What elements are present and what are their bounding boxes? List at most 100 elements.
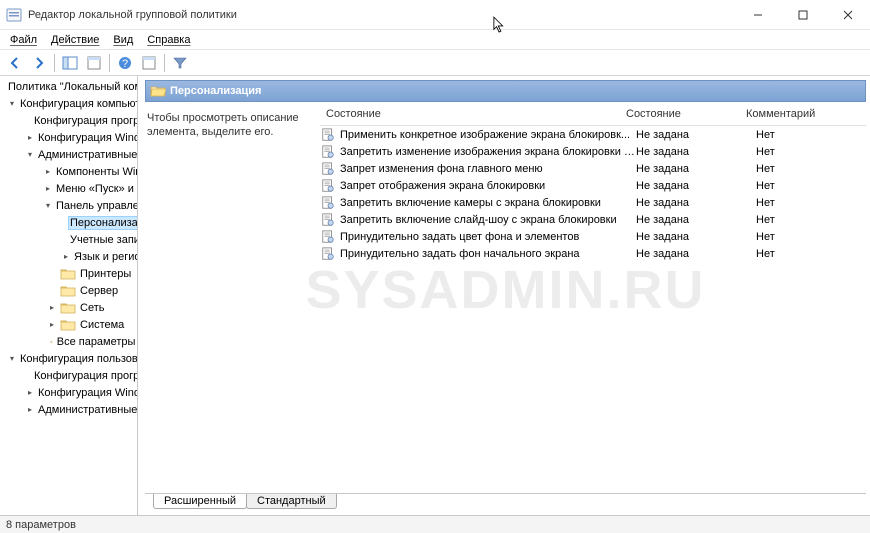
toolbar-forward[interactable]	[28, 52, 50, 74]
tree-cc-network[interactable]: Сеть	[0, 299, 137, 316]
toolbar-panes[interactable]	[59, 52, 81, 74]
tree-label: Конфигурация компьютера	[18, 98, 138, 110]
policy-row[interactable]: Запретить изменение изображения экрана б…	[320, 143, 866, 160]
tree-label: Панель управления	[54, 200, 138, 212]
tree-label: Все параметры	[55, 336, 138, 348]
menu-help[interactable]: Справка	[141, 33, 196, 47]
expander-icon[interactable]	[64, 251, 68, 263]
expander-icon[interactable]	[28, 387, 32, 399]
tree-label: Персонализация	[68, 216, 138, 230]
menu-file[interactable]: Файл	[4, 33, 43, 47]
tree-label: Язык и региональные стандарть	[72, 251, 138, 263]
tree-cc-system[interactable]: Система	[0, 316, 137, 333]
policy-state: Не задана	[636, 231, 756, 243]
status-text: 8 параметров	[6, 519, 76, 531]
policy-icon	[320, 179, 336, 193]
tree-cc-printers[interactable]: Принтеры	[0, 265, 137, 282]
policy-name: Запрет изменения фона главного меню	[340, 163, 636, 175]
app-icon	[6, 7, 22, 23]
expander-icon[interactable]	[28, 149, 32, 161]
policy-comment: Нет	[756, 231, 866, 243]
tree-cc-cp[interactable]: Панель управления	[0, 197, 137, 214]
tree-label: Административные шаблоны	[36, 149, 138, 161]
tree-label: Административные шаблоны	[36, 404, 138, 416]
policy-icon	[320, 145, 336, 159]
policy-row[interactable]: Запретить включение слайд-шоу с экрана б…	[320, 211, 866, 228]
folder-open-icon	[150, 84, 166, 98]
maximize-button[interactable]	[780, 0, 825, 30]
policy-list[interactable]: Состояние Состояние Комментарий Применит…	[319, 106, 866, 489]
expander-icon[interactable]	[46, 183, 50, 195]
toolbar-back[interactable]	[4, 52, 26, 74]
policy-icon	[320, 162, 336, 176]
tree-pane[interactable]: Политика "Локальный компьютер" Конфигура…	[0, 76, 138, 515]
expander-icon[interactable]	[46, 319, 58, 331]
policy-name: Применить конкретное изображение экрана …	[340, 129, 636, 141]
menu-action[interactable]: Действие	[45, 33, 105, 47]
tree-cc-accounts[interactable]: Учетные записи пользователей	[0, 231, 137, 248]
tree-cc-all[interactable]: Все параметры	[0, 333, 137, 350]
tab-standard[interactable]: Стандартный	[246, 494, 337, 509]
policy-state: Не задана	[636, 180, 756, 192]
policy-row[interactable]: Принудительно задать фон начального экра…	[320, 245, 866, 262]
section-header: Персонализация	[145, 80, 866, 102]
tree-computer-config[interactable]: Конфигурация компьютера	[0, 95, 137, 112]
minimize-button[interactable]	[735, 0, 780, 30]
policy-row[interactable]: Применить конкретное изображение экрана …	[320, 126, 866, 143]
column-state-header[interactable]: Состояние	[320, 106, 620, 125]
tree-label: Компоненты Windows	[54, 166, 138, 178]
tree-uc-software[interactable]: Конфигурация программ	[0, 367, 137, 384]
tree-user-config[interactable]: Конфигурация пользователя	[0, 350, 137, 367]
tree-label: Политика "Локальный компьютер"	[6, 81, 138, 93]
close-button[interactable]	[825, 0, 870, 30]
tree-cc-windows[interactable]: Конфигурация Windows	[0, 129, 137, 146]
policy-name: Запретить включение слайд-шоу с экрана б…	[340, 214, 636, 226]
toolbar-separator	[109, 54, 110, 72]
tree-label: Конфигурация Windows	[36, 387, 138, 399]
column-state[interactable]: Состояние	[620, 106, 740, 125]
toolbar-separator	[54, 54, 55, 72]
expander-icon[interactable]	[28, 132, 32, 144]
expander-icon[interactable]	[46, 166, 50, 178]
main-area: Политика "Локальный компьютер" Конфигура…	[0, 76, 870, 515]
expander-icon[interactable]	[46, 200, 50, 212]
folder-icon	[60, 284, 76, 298]
policy-row[interactable]: Запрет изменения фона главного менюНе за…	[320, 160, 866, 177]
toolbar	[0, 50, 870, 76]
tree-cc-lang[interactable]: Язык и региональные стандарть	[0, 248, 137, 265]
policy-row[interactable]: Принудительно задать цвет фона и элемент…	[320, 228, 866, 245]
toolbar-filter[interactable]	[169, 52, 191, 74]
column-headers[interactable]: Состояние Состояние Комментарий	[320, 106, 866, 126]
expander-icon[interactable]	[46, 302, 58, 314]
window-title: Редактор локальной групповой политики	[28, 9, 735, 21]
titlebar: Редактор локальной групповой политики	[0, 0, 870, 30]
policy-comment: Нет	[756, 146, 866, 158]
expander-icon[interactable]	[28, 404, 32, 416]
tree-label: Конфигурация Windows	[36, 132, 138, 144]
expander-icon[interactable]	[10, 353, 14, 365]
policy-name: Принудительно задать фон начального экра…	[340, 248, 636, 260]
tree-cc-server[interactable]: Сервер	[0, 282, 137, 299]
tree-cc-start[interactable]: Меню «Пуск» и панель задач	[0, 180, 137, 197]
toolbar-props2[interactable]	[138, 52, 160, 74]
tree-uc-admin[interactable]: Административные шаблоны	[0, 401, 137, 418]
policy-row[interactable]: Запрет отображения экрана блокировкиНе з…	[320, 177, 866, 194]
toolbar-props[interactable]	[83, 52, 105, 74]
tree-cc-personalization[interactable]: Персонализация	[0, 214, 137, 231]
policy-state: Не задана	[636, 248, 756, 260]
description-text: Чтобы просмотреть описание элемента, выд…	[147, 112, 299, 138]
tab-extended[interactable]: Расширенный	[153, 494, 247, 509]
toolbar-help[interactable]	[114, 52, 136, 74]
tree-root[interactable]: Политика "Локальный компьютер"	[0, 78, 137, 95]
menu-view[interactable]: Вид	[107, 33, 139, 47]
tree-cc-components[interactable]: Компоненты Windows	[0, 163, 137, 180]
tree-label: Сеть	[78, 302, 106, 314]
expander-icon[interactable]	[10, 98, 14, 110]
tree-cc-software[interactable]: Конфигурация программ	[0, 112, 137, 129]
policy-row[interactable]: Запретить включение камеры с экрана блок…	[320, 194, 866, 211]
tree-cc-admin[interactable]: Административные шаблоны	[0, 146, 137, 163]
policy-icon	[320, 128, 336, 142]
tree-uc-windows[interactable]: Конфигурация Windows	[0, 384, 137, 401]
column-comment[interactable]: Комментарий	[740, 106, 850, 125]
tree-label: Учетные записи пользователей	[68, 234, 138, 246]
